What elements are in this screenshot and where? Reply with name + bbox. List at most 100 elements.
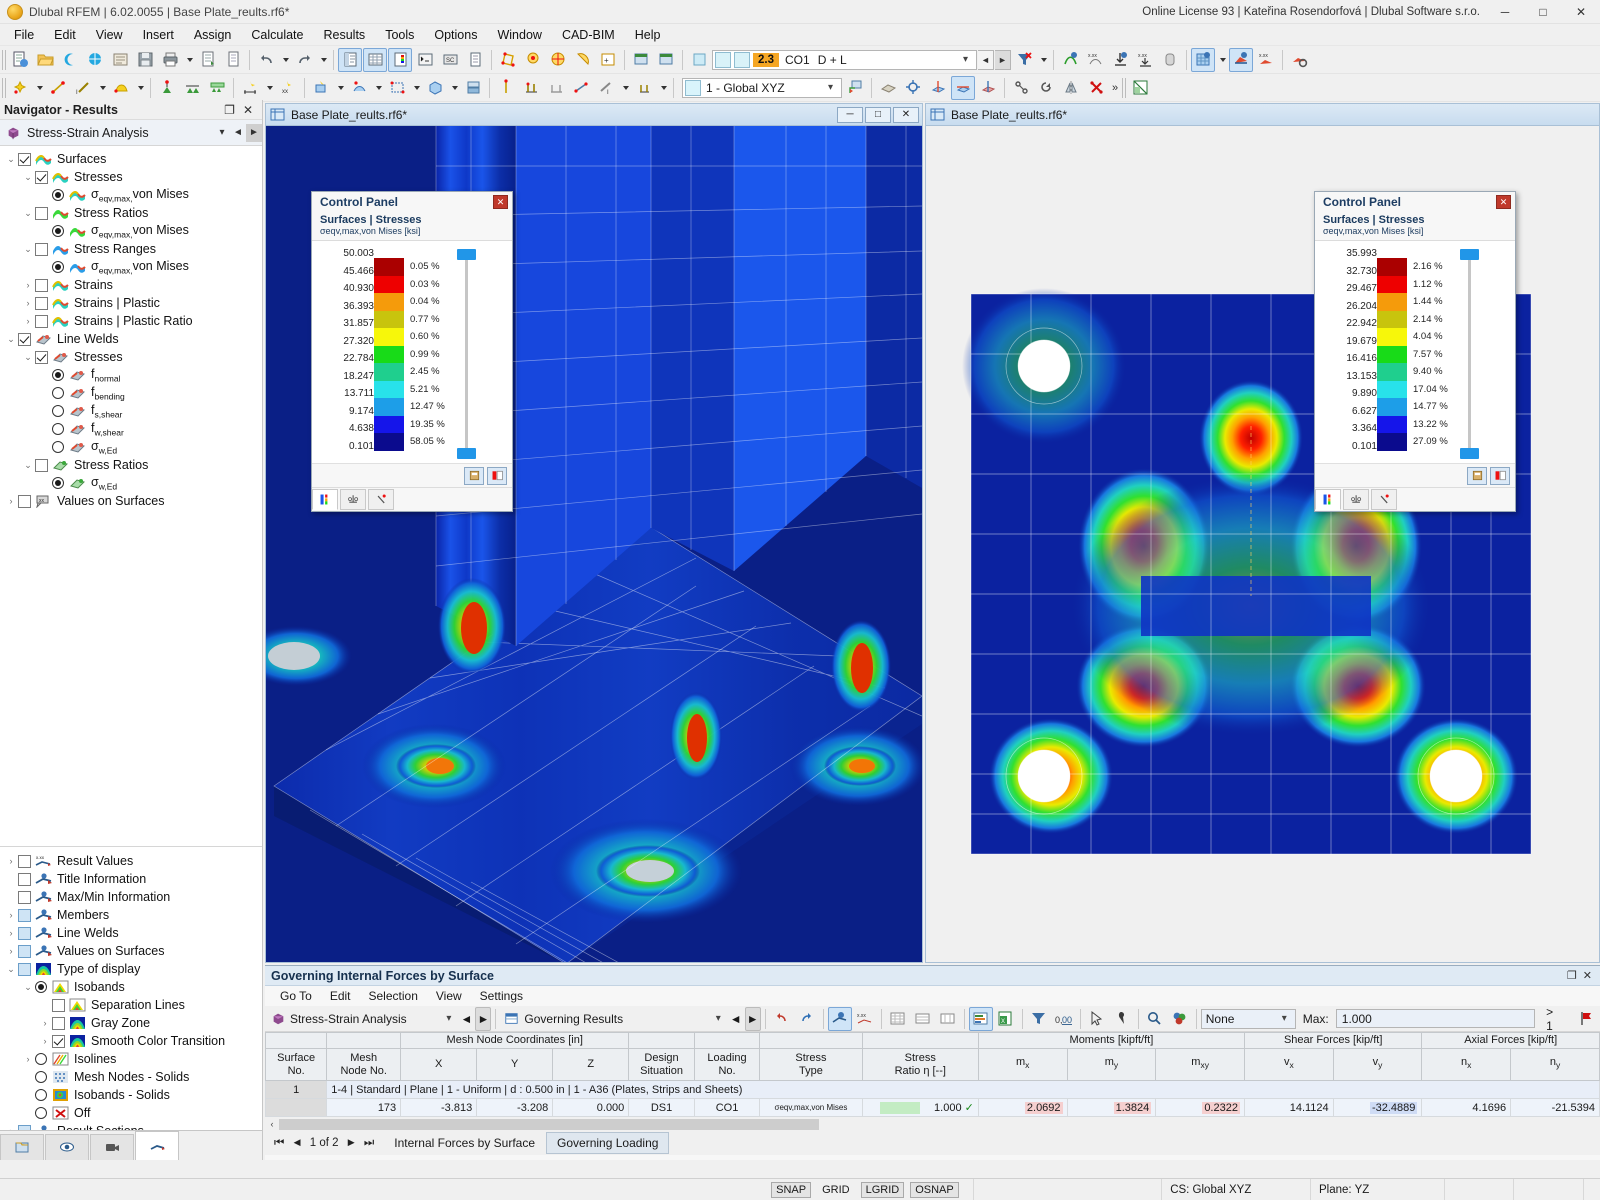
imperfection-icon[interactable]: [494, 76, 518, 100]
results-navigator-tab[interactable]: [135, 1131, 179, 1160]
legend-right-band-3[interactable]: [1377, 310, 1407, 328]
solid-load-icon[interactable]: [423, 76, 447, 100]
tree-expander[interactable]: ›: [4, 496, 18, 506]
tree-checkbox[interactable]: [18, 926, 31, 940]
nav-item-fnormal[interactable]: fnormal: [0, 366, 262, 384]
table-header-vx[interactable]: vx: [1243, 1048, 1334, 1081]
surface-results-grid-icon[interactable]: [1191, 47, 1215, 72]
legend-right-settings-icon[interactable]: [1467, 466, 1487, 485]
new-member-icon[interactable]: I: [71, 76, 95, 100]
table-header-y[interactable]: Y: [476, 1048, 554, 1081]
move-copy-icon[interactable]: [1009, 76, 1033, 100]
loadcase-color-icon[interactable]: [687, 48, 711, 72]
line-load-icon[interactable]: [347, 76, 371, 100]
tree-expander[interactable]: ›: [4, 928, 18, 938]
result-values-icon[interactable]: x.xx: [1083, 48, 1107, 72]
tree-checkbox[interactable]: [35, 314, 48, 328]
bottom-analysis-next-button[interactable]: ►: [475, 1006, 492, 1031]
line-weld-icon[interactable]: I: [594, 76, 618, 100]
table-view-rows-icon[interactable]: [911, 1007, 935, 1031]
cell-moment-mxy[interactable]: 0.2322: [1155, 1098, 1245, 1117]
tree-checkbox[interactable]: [18, 944, 31, 958]
chevron-down-icon[interactable]: ▾: [957, 54, 974, 65]
navigator-next-button[interactable]: ►: [246, 123, 262, 142]
table-header-x[interactable]: X: [400, 1048, 478, 1081]
select-circle-icon[interactable]: [546, 48, 570, 72]
nav-display-item-line-welds[interactable]: › Line Welds: [0, 924, 262, 942]
show-result-values-icon[interactable]: x.xx: [853, 1007, 877, 1031]
print-icon[interactable]: [158, 48, 182, 72]
bottom-analysis-dropdown-icon[interactable]: ▾: [440, 1013, 457, 1024]
tree-radio[interactable]: [35, 1053, 47, 1065]
chevron-down-icon-3[interactable]: ▾: [1276, 1013, 1293, 1024]
cell-loading-no[interactable]: CO1: [693, 1098, 761, 1117]
support-reactions-icon[interactable]: [1108, 48, 1132, 72]
menu-item-edit[interactable]: Edit: [44, 26, 86, 44]
tree-radio[interactable]: [52, 261, 64, 273]
control-panel-right[interactable]: Control Panel ✕ Surfaces | Stresses σeqv…: [1314, 191, 1516, 512]
export-excel-icon[interactable]: X: [994, 1007, 1018, 1031]
viewport-left-minimize[interactable]: ─: [837, 106, 863, 123]
menu-item-cad-bim[interactable]: CAD-BIM: [552, 26, 625, 44]
viewport-left-restore[interactable]: □: [865, 106, 891, 123]
save-icon[interactable]: [133, 48, 157, 72]
new-member-dropdown-icon[interactable]: [96, 76, 108, 100]
control-panel-right-tab-factors[interactable]: [1343, 489, 1369, 510]
toolbar-overflow-icon[interactable]: »: [1109, 76, 1121, 100]
line-support-icon[interactable]: [180, 76, 204, 100]
menu-item-assign[interactable]: Assign: [184, 26, 242, 44]
show-diagram-icon[interactable]: [827, 1006, 852, 1031]
nodal-load-icon[interactable]: [309, 76, 333, 100]
nav-display-item-isolines[interactable]: › Isolines: [0, 1050, 262, 1068]
legend-left-band-10[interactable]: [374, 433, 404, 451]
nav-display-item-gray-zone[interactable]: › Gray Zone: [0, 1014, 262, 1032]
tree-radio[interactable]: [52, 387, 64, 399]
line-hinge-icon[interactable]: [544, 76, 568, 100]
view-window-2-icon[interactable]: [654, 48, 678, 72]
menu-item-results[interactable]: Results: [314, 26, 376, 44]
surface-results-dropdown-icon[interactable]: [1216, 48, 1228, 72]
viewport-right[interactable]: Base Plate_reults.rf6* Control Panel ✕ S…: [925, 103, 1600, 963]
new-node-dropdown-icon[interactable]: [33, 76, 45, 100]
nav-display-item-isobands[interactable]: ⌄ Isobands: [0, 978, 262, 996]
table-header-design-situation[interactable]: Design Situation: [628, 1048, 695, 1081]
table-header-mesh-node-no[interactable]: Mesh Node No.: [326, 1048, 402, 1081]
chart-view-icon[interactable]: [968, 1006, 993, 1031]
cell-moment-mx[interactable]: 2.0692: [977, 1098, 1068, 1117]
tree-checkbox[interactable]: [35, 296, 48, 310]
table-header-my[interactable]: my: [1066, 1048, 1157, 1081]
table-header-loading-no[interactable]: Loading No.: [693, 1048, 761, 1081]
tree-expander[interactable]: ⌄: [4, 154, 18, 165]
table-view-cols-icon[interactable]: [936, 1007, 960, 1031]
table-header-stress-type[interactable]: Stress Type: [759, 1048, 863, 1081]
bottom-menu-item-selection[interactable]: Selection: [360, 988, 427, 1004]
new-node-icon[interactable]: [8, 76, 32, 100]
pin-icon[interactable]: [1110, 1007, 1134, 1031]
tree-radio[interactable]: [52, 477, 64, 489]
tree-checkbox[interactable]: [18, 890, 31, 904]
tree-expander[interactable]: ›: [4, 1126, 18, 1130]
coordinate-system-combobox[interactable]: 1 - Global XYZ ▾: [682, 77, 842, 98]
control-panel-left-close-icon[interactable]: ✕: [493, 195, 508, 209]
tree-checkbox[interactable]: [18, 962, 31, 976]
nav-display-item-isobands-solids[interactable]: Isobands - Solids: [0, 1086, 262, 1104]
navigator-close-icon[interactable]: ✕: [243, 103, 253, 117]
legend-left-band-9[interactable]: [374, 415, 404, 433]
view-xz-icon[interactable]: [976, 76, 1000, 100]
status-snap-button[interactable]: SNAP: [771, 1181, 812, 1198]
legend-left-slider-bottom-handle[interactable]: [457, 448, 476, 459]
toolbar-grip-2[interactable]: [2, 77, 7, 98]
cloud-open-icon[interactable]: [58, 48, 82, 72]
dimension-dropdown-icon[interactable]: [263, 76, 275, 100]
table-horizontal-scrollbar[interactable]: ‹: [265, 1117, 1600, 1131]
menu-item-options[interactable]: Options: [424, 26, 487, 44]
toolbar-grip[interactable]: [2, 49, 7, 70]
legend-left-band-8[interactable]: [374, 398, 404, 416]
redo-icon[interactable]: [292, 48, 316, 72]
nodal-load-dropdown-icon[interactable]: [334, 76, 346, 100]
tree-expander[interactable]: ›: [4, 910, 18, 920]
menu-item-calculate[interactable]: Calculate: [241, 26, 313, 44]
nav-item-strains[interactable]: › Strains: [0, 276, 262, 294]
open-file-icon[interactable]: [33, 48, 57, 72]
tree-checkbox[interactable]: [18, 1124, 31, 1130]
